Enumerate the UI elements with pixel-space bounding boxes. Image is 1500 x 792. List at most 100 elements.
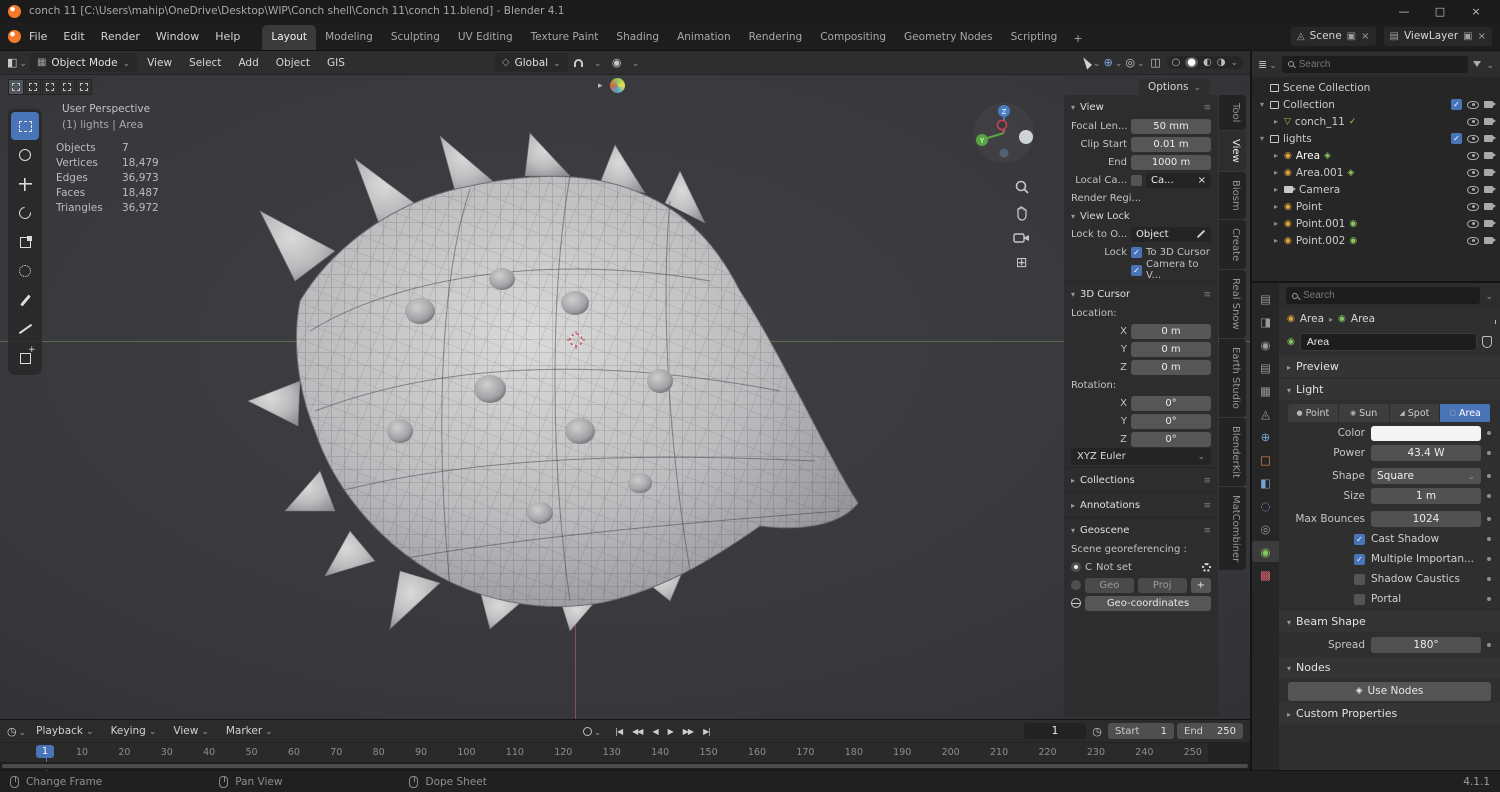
- tab-render[interactable]: ◉: [1253, 334, 1278, 355]
- maximize-button[interactable]: □: [1424, 2, 1456, 20]
- mode-dropdown[interactable]: ▦ Object Mode: [30, 53, 137, 72]
- cursor-panel-header[interactable]: 3D Cursor: [1064, 284, 1218, 304]
- unlink-scene-icon[interactable]: ×: [1361, 31, 1369, 42]
- sidebar-tab-biosm[interactable]: Biosm: [1219, 172, 1246, 219]
- remove-viewlayer-icon[interactable]: ×: [1478, 31, 1486, 42]
- cursor-tool[interactable]: [11, 141, 39, 169]
- beam-shape-panel-header[interactable]: Beam Shape: [1279, 611, 1500, 632]
- select-mode-extend-icon[interactable]: [25, 79, 41, 95]
- disable-render-camera-icon[interactable]: [1484, 237, 1493, 244]
- sidebar-tab-view[interactable]: View: [1219, 131, 1246, 171]
- animate-dot-icon[interactable]: [1487, 431, 1491, 435]
- proj-button[interactable]: Proj: [1138, 578, 1187, 593]
- properties-editor-type-icon[interactable]: ▤: [1253, 288, 1278, 309]
- close-button[interactable]: ×: [1460, 2, 1492, 20]
- disable-render-camera-icon[interactable]: [1484, 220, 1493, 227]
- use-preview-range-clock-icon[interactable]: ◷: [1089, 722, 1105, 740]
- cursor-rot-z-field[interactable]: 0°: [1131, 432, 1211, 447]
- select-mode-set-icon[interactable]: [8, 79, 24, 95]
- navigation-gizmo[interactable]: Z Y: [972, 101, 1036, 165]
- viewport-menu-view[interactable]: View: [140, 54, 179, 72]
- annotations-panel-header[interactable]: Annotations: [1064, 495, 1218, 515]
- play-button[interactable]: ▶: [665, 725, 676, 738]
- current-frame-field[interactable]: 1: [1024, 723, 1086, 739]
- select-mode-subtract-icon[interactable]: [42, 79, 58, 95]
- light-type-spot[interactable]: ◢Spot: [1390, 404, 1441, 422]
- focal-length-field[interactable]: 50 mm: [1131, 119, 1211, 134]
- frame-start-field[interactable]: Start1: [1108, 723, 1174, 739]
- sidebar-tab-blenderkit[interactable]: BlenderKit: [1219, 418, 1246, 486]
- sidebar-tab-matcombiner[interactable]: MatCombiner: [1219, 487, 1246, 570]
- globe-icon[interactable]: [1071, 598, 1081, 608]
- outliner-row-area[interactable]: ▸◉ Area◈: [1252, 147, 1500, 164]
- animate-dot-icon[interactable]: [1487, 643, 1491, 647]
- hide-eye-icon[interactable]: [1467, 169, 1479, 177]
- disable-render-camera-icon[interactable]: [1484, 169, 1493, 176]
- properties-search-input[interactable]: [1303, 290, 1474, 301]
- prev-keyframe-button[interactable]: ◀◀: [629, 725, 645, 738]
- shading-dropdown[interactable]: [1230, 57, 1238, 68]
- properties-search[interactable]: [1286, 287, 1480, 304]
- conch-shell-mesh[interactable]: [240, 131, 870, 631]
- playhead-badge[interactable]: 1: [36, 745, 54, 758]
- play-reverse-button[interactable]: ◀: [649, 725, 660, 738]
- local-camera-checkbox[interactable]: [1131, 175, 1142, 186]
- cast-shadow-checkbox[interactable]: [1354, 534, 1365, 545]
- light-color-swatch[interactable]: [1371, 426, 1481, 441]
- tab-tool[interactable]: ◨: [1253, 311, 1278, 332]
- multiple-importance-checkbox[interactable]: [1354, 554, 1365, 565]
- tab-layout[interactable]: Layout: [262, 25, 316, 50]
- tab-scene[interactable]: ◬: [1253, 403, 1278, 424]
- spread-field[interactable]: 180°: [1371, 637, 1481, 653]
- tab-uv-editing[interactable]: UV Editing: [449, 25, 522, 50]
- select-mode-intersect-icon[interactable]: [76, 79, 92, 95]
- minimize-button[interactable]: —: [1388, 2, 1420, 20]
- breadcrumb-data[interactable]: Area: [1351, 313, 1375, 325]
- scale-tool[interactable]: [11, 228, 39, 256]
- outliner-row-point-002[interactable]: ▸◉ Point.002◉: [1252, 232, 1500, 249]
- outliner-search-input[interactable]: [1299, 59, 1463, 70]
- timeline-scrollbar[interactable]: [0, 762, 1250, 770]
- outliner-row-camera[interactable]: ▸ Camera: [1252, 181, 1500, 198]
- viewport-canvas[interactable]: ▸ Options: [0, 75, 1250, 719]
- zoom-icon[interactable]: [1014, 179, 1030, 195]
- collections-panel-header[interactable]: Collections: [1064, 470, 1218, 490]
- hide-eye-icon[interactable]: [1467, 101, 1479, 109]
- new-viewlayer-icon[interactable]: ▣: [1463, 31, 1472, 42]
- viewport-menu-object[interactable]: Object: [269, 54, 317, 72]
- selectability-icon[interactable]: [1085, 54, 1101, 72]
- sidebar-tab-earth-studio[interactable]: Earth Studio: [1219, 339, 1246, 417]
- disable-render-camera-icon[interactable]: [1484, 203, 1493, 210]
- lock-object-field[interactable]: Object: [1131, 227, 1211, 242]
- menu-help[interactable]: Help: [207, 27, 248, 46]
- jump-to-start-button[interactable]: |◀: [612, 725, 625, 738]
- fake-user-shield-icon[interactable]: [1482, 336, 1492, 348]
- light-type-area[interactable]: ▢Area: [1440, 404, 1491, 422]
- hide-eye-icon[interactable]: [1467, 203, 1479, 211]
- euler-mode-dropdown[interactable]: XYZ Euler: [1071, 448, 1211, 465]
- tab-modifiers[interactable]: ◧: [1253, 472, 1278, 493]
- hide-eye-icon[interactable]: [1467, 135, 1479, 143]
- crs-radio[interactable]: [1071, 562, 1081, 572]
- timeline-menu-view[interactable]: View: [166, 723, 215, 739]
- datablock-name-input[interactable]: [1300, 333, 1477, 351]
- outliner-options-dropdown[interactable]: [1486, 58, 1494, 71]
- overlays-toggle-icon[interactable]: ◎: [1125, 54, 1144, 72]
- view-panel-header[interactable]: View: [1064, 97, 1218, 117]
- tab-object-data[interactable]: ◉: [1252, 541, 1279, 562]
- cursor-loc-y-field[interactable]: 0 m: [1131, 342, 1211, 357]
- outliner-search[interactable]: [1282, 56, 1469, 73]
- collection-exclude-checkbox[interactable]: [1451, 133, 1462, 144]
- tab-rendering[interactable]: Rendering: [740, 25, 812, 50]
- outliner-editor-type-icon[interactable]: ≣: [1258, 55, 1277, 73]
- breadcrumb-object[interactable]: Area: [1300, 313, 1324, 325]
- clear-icon[interactable]: ×: [1198, 175, 1206, 186]
- timeline-editor-type-icon[interactable]: ◷: [7, 722, 26, 740]
- clip-start-field[interactable]: 0.01 m: [1131, 137, 1211, 152]
- auto-keying-record-icon[interactable]: [583, 722, 602, 740]
- cursor-rot-x-field[interactable]: 0°: [1131, 396, 1211, 411]
- view-lock-subheader[interactable]: View Lock: [1064, 207, 1218, 225]
- move-tool[interactable]: [11, 170, 39, 198]
- hide-eye-icon[interactable]: [1467, 118, 1479, 126]
- nodes-panel-header[interactable]: Nodes: [1279, 657, 1500, 678]
